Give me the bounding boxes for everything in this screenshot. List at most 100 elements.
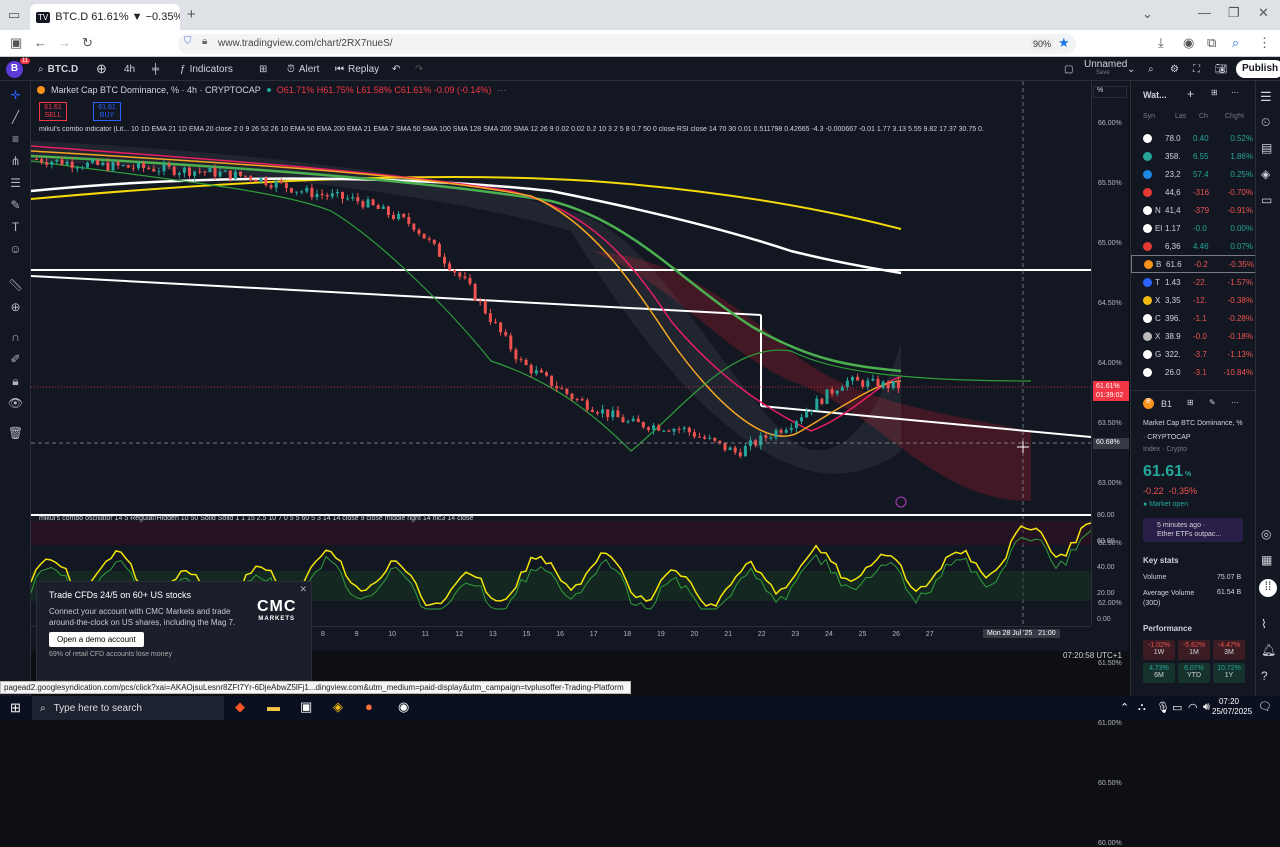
layers-icon[interactable]: ◈ [1261,167,1270,181]
watchlist-menu-icon[interactable]: ⋯ [1231,88,1239,97]
chart-canvas[interactable] [31,81,1129,651]
watchlist-icon[interactable]: ☰ [1260,89,1272,105]
alerts-clock-icon[interactable]: ⏲︎ [1261,115,1270,130]
performance-cell[interactable]: -1.02% 1W [1143,640,1175,660]
news-item[interactable]: 5 minutes ago · Ether ETFs outpac... [1143,518,1243,542]
volume-icon[interactable]: 🔊︎ [1203,701,1210,714]
browser-menu-icon[interactable]: ⋮ [1258,35,1271,51]
col-change[interactable]: Ch [1199,113,1225,120]
apps-grid-icon[interactable]: ⁞⁞ [1259,579,1277,597]
undo-icon[interactable]: ↶ [392,57,400,81]
taskbar-clock[interactable]: 07:20 25/07/2025 [1212,697,1252,717]
trend-line-icon[interactable]: ╱ [7,110,24,127]
watchlist-row[interactable]: 44,6 -316 -0.70% [1131,183,1256,201]
publish-button[interactable]: Publish [1236,60,1280,78]
brush-icon[interactable]: ✎ [7,198,24,215]
user-avatar[interactable]: B 11 [6,57,31,81]
bookmark-star-icon[interactable]: ★ [1058,35,1070,51]
watchlist-row[interactable]: T 1.43 -22. -1.57% [1131,273,1256,291]
layout-dropdown-icon[interactable]: ⌄ [1127,57,1135,81]
advanced-view-icon[interactable]: ⊞ [1211,88,1218,97]
pitchfork-icon[interactable]: ⋔ [7,154,24,171]
browser-tab-active[interactable]: TV BTC.D 61.61% ▼ −0.35% Unna ✕ [30,4,180,30]
ad-close-icon[interactable]: ✕ [299,584,307,595]
detail-edit-icon[interactable]: ✎ [1209,398,1216,407]
performance-cell[interactable]: 6.07% YTD [1178,663,1210,683]
tab-search-icon[interactable]: ⌄ [1142,6,1153,22]
battery-icon[interactable]: ▭ [1172,701,1182,714]
performance-cell[interactable]: 10.72% 1Y [1213,663,1245,683]
col-last[interactable]: Las [1175,113,1199,120]
magnet-icon[interactable]: ∩ [7,330,24,347]
lock-drawings-icon[interactable]: 🔒︎ [7,374,24,391]
watchlist-row[interactable]: 358. 6.55 1.86% [1131,147,1256,165]
window-close-icon[interactable]: ✕ [1258,5,1269,21]
sell-button[interactable]: 61.61 SELL [39,102,67,121]
firefox-icon[interactable]: ● [365,699,373,714]
col-change-pct[interactable]: Chg% [1225,113,1253,120]
back-icon[interactable]: ← [34,35,47,50]
signal-icon[interactable]: ⌇ [1261,617,1267,631]
notifications-bell-icon[interactable]: 🔔︎ [1261,643,1276,657]
chart-pane[interactable]: Market Cap BTC Dominance, % · 4h · CRYPT… [31,81,1129,847]
col-symbol[interactable]: Syn [1131,113,1175,120]
watchlist-row[interactable]: X 38.9 -0.0 -0.18% [1131,327,1256,345]
news-icon[interactable]: ▤ [1261,141,1272,155]
quick-search-icon[interactable]: ⌕ [1148,57,1154,81]
watchlist-row[interactable]: 78.0 0.40 0.52% [1131,129,1256,147]
tradingview-app-icon[interactable]: ◉ [398,699,409,715]
performance-cell[interactable]: -4.47% 3M [1213,640,1245,660]
performance-cell[interactable]: -5.62% 1M [1178,640,1210,660]
fullscreen-icon[interactable]: ⛶ [1193,57,1200,81]
alert-button[interactable]: ⏰︎ Alert [287,57,319,81]
watchlist-row[interactable]: G 322. -3.7 -1.13% [1131,345,1256,363]
replay-marker-icon[interactable] [895,496,907,508]
fib-retracement-icon[interactable]: ☰ [7,176,24,193]
ad-banner[interactable]: ✕ Trade CFDs 24/5 on 60+ US stocks Conne… [36,581,312,681]
buy-button[interactable]: 61.61 BUY [93,102,121,121]
watchlist-title[interactable]: Wat... [1143,90,1167,100]
hide-drawings-eye-icon[interactable]: 👁︎ [7,396,24,413]
clock-time[interactable]: 07:20:58 UTC+1 [1063,651,1122,660]
add-symbol-icon[interactable]: + [1187,87,1194,101]
url-field[interactable]: ⛉ 🔒︎ www.tradingview.com/chart/2RX7nueS/ [178,34,1076,54]
watchlist-row[interactable]: El 1.17 -0.0 0.00% [1131,219,1256,237]
watchlist-row[interactable]: X 3,35 -12. -0.38% [1131,291,1256,309]
microphone-icon[interactable]: 🎙︎ [1156,701,1170,714]
tray-chevron-icon[interactable]: ⌃ [1120,701,1129,714]
watchlist-row[interactable]: B 61.6 -0.2 -0.35% [1131,255,1256,273]
app-icon[interactable]: ▣ [300,699,312,715]
search-icon[interactable]: ⌕ [1232,35,1239,51]
watchlist-row[interactable]: N 41,4 -379 -0.91% [1131,201,1256,219]
ruler-icon[interactable]: 📏︎ [7,278,24,295]
layout-name-button[interactable]: Unnamed Save [1084,60,1127,78]
stay-in-drawing-mode-icon[interactable]: ✐ [7,352,24,369]
minimize-icon[interactable]: — [1198,5,1211,20]
settings-gear-icon[interactable]: ⚙ [1170,57,1179,81]
tab-actions-icon[interactable]: ▭ [8,7,20,23]
indicator-legend-1[interactable]: mikul's combo indicator (Lit... 10 1D EM… [39,126,1059,133]
zoom-in-icon[interactable]: ⊕ [7,300,24,317]
tray-app-icon[interactable]: ⛬ [1138,701,1146,714]
interval-button[interactable]: 4h [124,57,135,81]
chat-icon[interactable]: ▭ [1261,193,1272,207]
wifi-icon[interactable]: ◠ [1188,701,1198,714]
watchlist-row[interactable]: C 396. -1.1 -0.28% [1131,309,1256,327]
watchlist-row[interactable]: 26.0 -3.1 -10.84% [1131,363,1256,381]
downloads-icon[interactable]: ⤓ [1158,35,1164,51]
ad-cta-button[interactable]: Open a demo account [49,632,144,647]
price-unit-toggle[interactable]: % [1093,86,1127,98]
performance-heading[interactable]: Performance [1143,624,1192,633]
detail-layout-icon[interactable]: ⊞ [1187,398,1194,407]
legend-more-icon[interactable]: ··· [497,85,506,95]
key-stats-heading[interactable]: Key stats [1143,556,1179,565]
watchlist-row[interactable]: 23,2 57.4 0.25% [1131,165,1256,183]
zoom-badge[interactable]: 90% [1030,38,1055,50]
screenshot-camera-icon[interactable]: 📷︎ [1215,57,1228,81]
oscillator-axis[interactable]: 80.00 60.00 40.00 20.00 0.00 [1091,512,1129,626]
restore-icon[interactable]: ❐ [1228,5,1240,21]
indicators-button[interactable]: ƒ Indicators [180,57,233,81]
taskbar-search-box[interactable]: ⌕ Type here to search [32,696,224,720]
reload-icon[interactable]: ↻ [82,35,93,51]
emoji-icon[interactable]: ☺ [7,242,24,259]
